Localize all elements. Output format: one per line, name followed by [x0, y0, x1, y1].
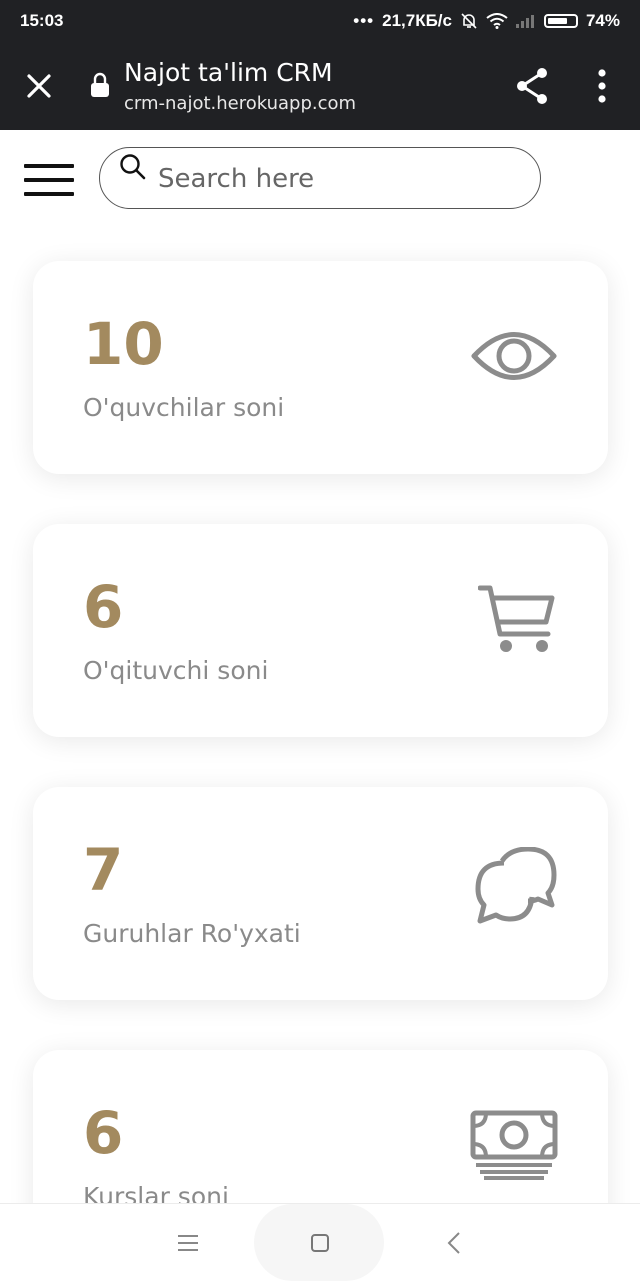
home-icon[interactable] — [310, 1233, 330, 1253]
page-url[interactable]: crm-najot.herokuapp.com — [124, 93, 356, 114]
stat-card-students[interactable]: 10 O'quvchilar soni — [33, 261, 608, 474]
recent-apps-icon[interactable] — [177, 1234, 199, 1252]
stat-label: O'qituvchi soni — [83, 656, 269, 685]
wifi-icon — [486, 13, 508, 29]
battery-icon — [543, 14, 578, 28]
money-icon — [470, 1110, 558, 1180]
search-input[interactable] — [156, 156, 520, 202]
share-icon[interactable] — [514, 66, 550, 106]
hamburger-line — [24, 178, 74, 182]
search-icon — [120, 154, 146, 180]
net-speed: 21,7КБ/с — [382, 11, 452, 30]
stat-label: O'quvchilar soni — [83, 393, 285, 422]
eye-icon — [471, 332, 557, 380]
stat-count: 6 — [83, 573, 124, 641]
stat-card-teachers[interactable]: 6 O'qituvchi soni — [33, 524, 608, 737]
hamburger-line — [24, 192, 74, 196]
stat-count: 10 — [83, 310, 164, 378]
cart-icon — [478, 585, 555, 652]
status-time: 15:03 — [20, 11, 64, 30]
page-header — [0, 130, 640, 230]
more-vert-icon[interactable] — [590, 68, 614, 104]
system-nav-bar — [0, 1203, 640, 1281]
stat-label: Guruhlar Ro'yxati — [83, 919, 301, 948]
page-title: Najot ta'lim CRM — [124, 58, 333, 87]
hamburger-line — [24, 164, 74, 168]
hamburger-menu-button[interactable] — [24, 164, 76, 198]
signal-icon — [515, 15, 534, 28]
more-notifications-icon: ••• — [353, 11, 375, 30]
browser-toolbar: Najot ta'lim CRM crm-najot.herokuapp.com — [0, 42, 640, 130]
stat-count: 6 — [83, 1099, 124, 1167]
stat-count: 7 — [83, 836, 124, 904]
stat-card-groups[interactable]: 7 Guruhlar Ro'yxati — [33, 787, 608, 1000]
chat-icon — [475, 847, 557, 924]
close-icon[interactable] — [22, 69, 56, 103]
battery-percent: 74% — [585, 11, 620, 30]
search-box — [99, 147, 541, 209]
battery-level — [547, 18, 568, 24]
status-bar: 15:03 ••• 21,7КБ/с 74% — [0, 0, 640, 42]
back-icon[interactable] — [446, 1231, 462, 1255]
bell-off-icon — [461, 13, 477, 29]
lock-icon — [91, 72, 109, 97]
status-indicators: ••• 21,7КБ/с 74% — [353, 11, 620, 31]
